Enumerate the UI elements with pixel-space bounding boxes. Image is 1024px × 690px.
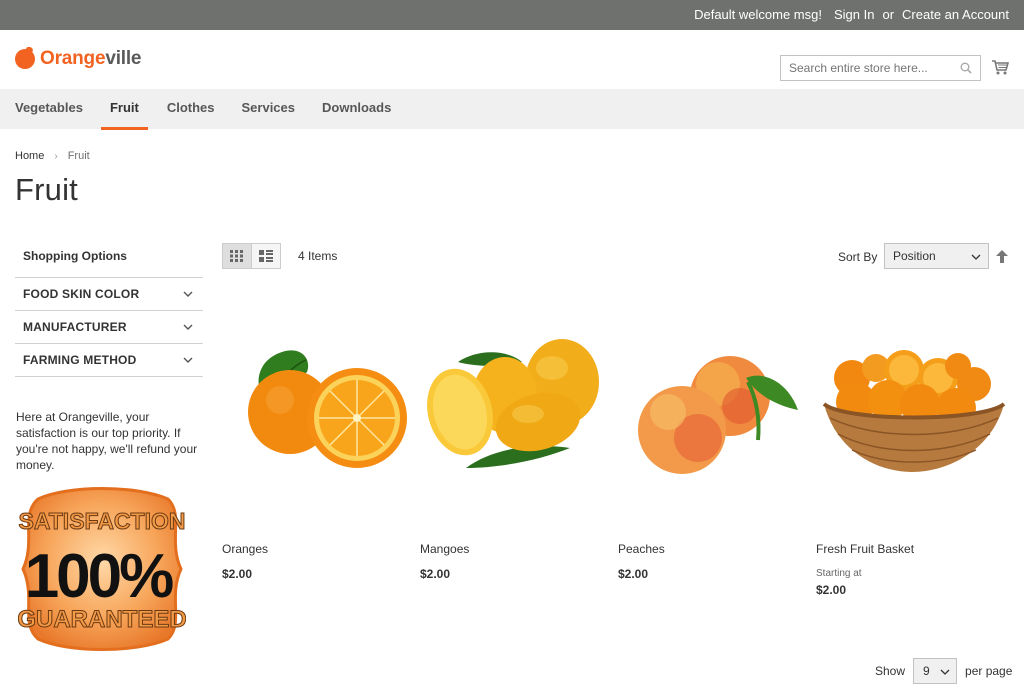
logo-text-part1: Orange — [40, 48, 106, 69]
search-input[interactable] — [781, 56, 951, 80]
or-text: or — [882, 7, 895, 22]
product-image-fresh-fruit-basket[interactable] — [816, 300, 1006, 480]
product-item: Mangoes $2.00 — [420, 300, 610, 581]
breadcrumb-home[interactable]: Home — [15, 150, 44, 162]
store-logo[interactable]: Orangeville — [15, 48, 142, 70]
product-name[interactable]: Peaches — [618, 542, 665, 556]
chevron-down-icon — [940, 669, 950, 675]
sign-in-link[interactable]: Sign In — [834, 7, 874, 22]
grid-icon — [230, 250, 243, 262]
filter-manufacturer[interactable]: MANUFACTURER — [15, 311, 203, 344]
sort-direction-arrow-icon[interactable] — [996, 250, 1008, 263]
create-account-link[interactable]: Create an Account — [902, 7, 1009, 22]
product-image-peaches[interactable] — [618, 300, 808, 480]
header-links: Default welcome msg! Sign In or Create a… — [686, 7, 1009, 22]
product-image-mangoes[interactable] — [420, 300, 610, 480]
search-icon[interactable] — [960, 62, 972, 74]
badge-line1: SATISFACTION — [19, 508, 186, 534]
filter-food-skin-color[interactable]: FOOD SKIN COLOR — [15, 278, 203, 311]
nav-item-downloads[interactable]: Downloads — [322, 89, 391, 129]
product-price: $2.00 — [420, 567, 451, 581]
per-page-limiter: Show 9 per page — [875, 658, 1012, 684]
product-item: Peaches $2.00 — [618, 300, 808, 581]
chevron-down-icon — [971, 254, 981, 260]
filter-farming-method[interactable]: FARMING METHOD — [15, 344, 203, 377]
page-header: Orangeville — [0, 30, 1024, 89]
product-item: Fresh Fruit Basket Starting at $2.00 — [816, 300, 1006, 597]
chevron-down-icon — [183, 291, 193, 297]
show-label: Show — [875, 664, 906, 678]
logo-text-part2: ville — [105, 48, 142, 69]
per-page-select[interactable]: 9 — [913, 658, 958, 684]
search-box — [780, 55, 981, 81]
sort-by-select[interactable]: Position — [884, 243, 989, 269]
grid-view-button[interactable] — [222, 243, 252, 269]
list-icon — [259, 250, 273, 262]
product-price: $2.00 — [816, 583, 847, 597]
shopping-cart-icon[interactable] — [991, 58, 1009, 76]
chevron-down-icon — [183, 324, 193, 330]
chevron-down-icon — [183, 357, 193, 363]
sort-by-value: Position — [893, 249, 936, 263]
filter-label: FOOD SKIN COLOR — [23, 287, 140, 301]
page-title: Fruit — [15, 172, 78, 207]
nav-item-clothes[interactable]: Clothes — [167, 89, 215, 129]
product-name[interactable]: Oranges — [222, 542, 268, 556]
orange-logo-icon — [15, 49, 35, 69]
nav-item-vegetables[interactable]: Vegetables — [15, 89, 83, 129]
product-price: $2.00 — [618, 567, 649, 581]
nav-item-services[interactable]: Services — [242, 89, 296, 129]
satisfaction-promo-text: Here at Orangeville, your satisfaction i… — [16, 410, 198, 472]
items-count: 4 Items — [298, 249, 338, 263]
shopping-options-title: Shopping Options — [15, 240, 203, 278]
per-page-value: 9 — [923, 664, 930, 678]
breadcrumb-current: Fruit — [67, 150, 90, 162]
list-view-button[interactable] — [251, 243, 281, 269]
satisfaction-guaranteed-badge: SATISFACTION 100% GUARANTEED — [18, 487, 186, 651]
per-page-label: per page — [965, 664, 1013, 678]
welcome-message: Default welcome msg! — [694, 7, 822, 22]
badge-line2: 100% — [25, 542, 173, 611]
top-bar: Default welcome msg! Sign In or Create a… — [0, 0, 1024, 30]
filter-label: FARMING METHOD — [23, 353, 137, 367]
product-price: $2.00 — [222, 567, 253, 581]
breadcrumb: Home › Fruit — [15, 150, 90, 162]
product-image-oranges[interactable] — [222, 300, 412, 480]
main-navigation: Vegetables Fruit Clothes Services Downlo… — [0, 89, 1024, 130]
filter-label: MANUFACTURER — [23, 320, 127, 334]
product-name[interactable]: Mangoes — [420, 542, 469, 556]
nav-item-fruit[interactable]: Fruit — [100, 89, 148, 130]
sidebar: Shopping Options FOOD SKIN COLOR MANUFAC… — [15, 240, 203, 473]
breadcrumb-separator-icon: › — [54, 150, 58, 162]
products-toolbar: 4 Items Sort By Position — [222, 243, 1012, 269]
badge-line3: GUARANTEED — [18, 606, 186, 633]
product-starting-at-label: Starting at — [816, 568, 862, 579]
product-item: Oranges $2.00 — [222, 300, 412, 581]
sort-by-label: Sort By — [838, 250, 878, 264]
logo-text: Orangeville — [40, 48, 142, 70]
product-name[interactable]: Fresh Fruit Basket — [816, 542, 914, 556]
